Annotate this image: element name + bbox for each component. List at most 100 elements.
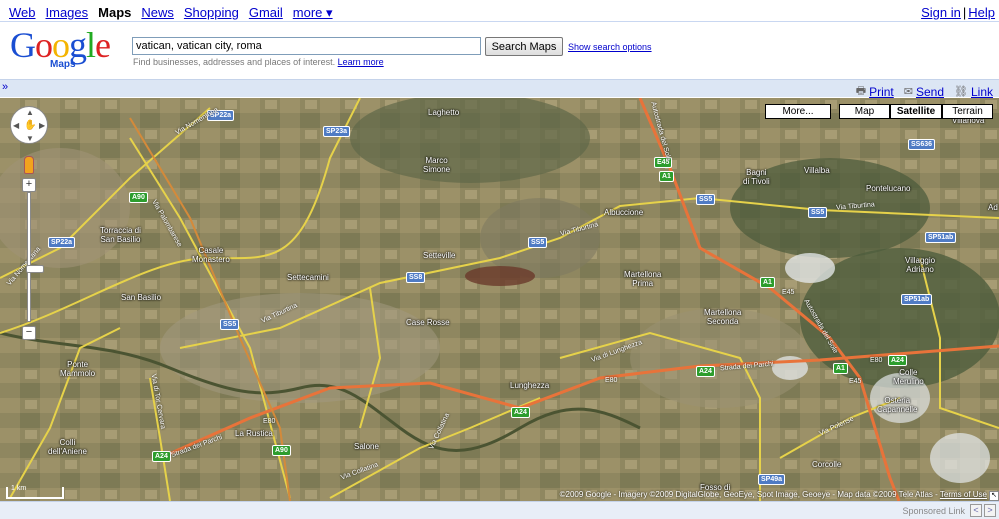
road-shield: SP49a	[758, 474, 786, 485]
send-link[interactable]: Send	[916, 85, 944, 99]
collapse-panel-button[interactable]: »	[2, 81, 12, 95]
top-nav: Web Images Maps News Shopping Gmail more…	[9, 5, 343, 21]
pan-right-icon[interactable]: ▶	[39, 121, 45, 130]
zoom-control: + −	[22, 170, 44, 340]
road-shield: A90	[129, 192, 148, 203]
road-shield: SS8	[406, 272, 426, 283]
place-label: Settecamini	[287, 273, 329, 282]
scale-bar: 1 km	[6, 485, 64, 499]
road-shield: E45	[849, 378, 862, 385]
road-shield: E45	[782, 289, 795, 296]
nav-gmail[interactable]: Gmail	[249, 5, 283, 21]
place-label: Marco Simone	[423, 156, 451, 174]
search-maps-button[interactable]: Search Maps	[485, 37, 563, 56]
place-label: San Basilio	[121, 293, 162, 302]
road-shield: SP22a	[48, 237, 76, 248]
place-label: Pontelucano	[866, 184, 911, 193]
road-shield: SP51ab	[901, 294, 933, 305]
place-label: Colle Merulino	[893, 368, 924, 386]
road-shield: A1	[760, 277, 775, 288]
road-shield: E80	[605, 377, 618, 384]
google-maps-logo[interactable]: Google Maps	[10, 27, 125, 71]
road-shield: SP51ab	[925, 232, 957, 243]
overview-map-toggle-icon[interactable]: ↖	[989, 491, 999, 501]
road-shield: E80	[263, 418, 276, 425]
search-hint: Find businesses, addresses and places of…	[133, 57, 384, 67]
show-search-options-link[interactable]: Show search options	[568, 42, 652, 52]
place-label: Osteria Capannelle	[877, 396, 918, 414]
map-type-satellite-button[interactable]: Satellite	[890, 104, 942, 119]
nav-shopping[interactable]: Shopping	[184, 5, 239, 21]
road-shield: SS636	[908, 139, 936, 150]
road-shield: A24	[888, 355, 907, 366]
place-label: Salone	[354, 442, 379, 451]
place-label: Case Rosse	[406, 318, 450, 327]
place-label: Torraccia di San Basilio	[100, 226, 141, 244]
road-shield: A1	[659, 171, 674, 182]
more-layers-button[interactable]: More...	[765, 104, 831, 119]
road-shield: A1	[833, 363, 848, 374]
help-link[interactable]: Help	[968, 5, 995, 20]
road-shield: A24	[511, 407, 530, 418]
map-type-map-button[interactable]: Map	[839, 104, 890, 119]
place-label: Colli dell'Aniene	[48, 438, 87, 456]
place-label: Bagni di Tivoli	[743, 168, 770, 186]
place-label: Albuccione	[604, 208, 644, 217]
map-type-controls: More... Map Satellite Terrain	[765, 104, 993, 119]
pan-left-icon[interactable]: ◀	[13, 121, 19, 130]
place-label: Corcolle	[812, 460, 842, 469]
place-label: Laghetto	[428, 108, 460, 117]
hand-icon: ✋	[24, 120, 37, 131]
road-shield: SS5	[220, 319, 240, 330]
road-shield: SS5	[528, 237, 548, 248]
place-label: Villalba	[804, 166, 830, 175]
place-label: Ad	[988, 203, 998, 212]
sponsored-bar: Sponsored Link < >	[0, 501, 999, 519]
sign-in-link[interactable]: Sign in	[921, 5, 961, 20]
nav-separator: |	[962, 5, 967, 20]
map-type-terrain-button[interactable]: Terrain	[942, 104, 993, 119]
map-toolbar: » 🖶 Print ✉ Send ⛓ Link	[0, 79, 999, 99]
place-label: Ponte Mammolo	[60, 360, 96, 378]
envelope-icon: ✉	[903, 86, 913, 98]
nav-web[interactable]: Web	[9, 5, 36, 21]
scale-label: 1 km	[11, 485, 27, 492]
nav-maps[interactable]: Maps	[98, 5, 131, 21]
logo-maps-label: Maps	[50, 59, 76, 70]
road-shield: SP23a	[323, 126, 351, 137]
place-label: Casale Monastero	[192, 246, 230, 264]
prev-ad-button[interactable]: <	[970, 504, 982, 517]
chain-link-icon: ⛓	[954, 86, 968, 98]
search-hint-text: Find businesses, addresses and places of…	[133, 57, 336, 67]
copyright-text: ©2009 Google - Imagery ©2009 DigitalGlob…	[559, 490, 940, 499]
road-shield: A90	[272, 445, 291, 456]
nav-more[interactable]: more ▾	[293, 5, 333, 21]
search-input[interactable]	[132, 37, 481, 55]
place-label: Villaggio Adriano	[905, 256, 936, 274]
place-label: Martellona Prima	[624, 270, 662, 288]
pan-control[interactable]: ▲ ▼ ◀ ▶ ✋	[10, 106, 48, 144]
pan-down-icon[interactable]: ▼	[26, 134, 34, 143]
place-label: Martellona Seconda	[704, 308, 742, 326]
place-label: Lunghezza	[510, 381, 550, 390]
nav-images[interactable]: Images	[46, 5, 89, 21]
road-shield: A24	[152, 451, 171, 462]
learn-more-link[interactable]: Learn more	[338, 57, 384, 67]
zoom-slider-thumb[interactable]	[26, 265, 44, 273]
pan-up-icon[interactable]: ▲	[26, 108, 34, 117]
terms-of-use-link[interactable]: Terms of Use	[940, 490, 987, 499]
road-shield: SS5	[696, 194, 716, 205]
sponsored-link-label: Sponsored Link	[902, 506, 965, 516]
satellite-map[interactable]: Laghetto Marco Simone Bagni di Tivoli Vi…	[0, 98, 999, 501]
nav-news[interactable]: News	[141, 5, 174, 21]
print-link[interactable]: Print	[869, 85, 894, 99]
zoom-in-button[interactable]: +	[22, 178, 36, 192]
road-shield: SS5	[808, 207, 828, 218]
link-link[interactable]: Link	[971, 85, 993, 99]
zoom-slider-track[interactable]	[26, 192, 44, 322]
next-ad-button[interactable]: >	[984, 504, 996, 517]
google-bar: Web Images Maps News Shopping Gmail more…	[0, 0, 999, 22]
place-label: La Rustica	[235, 429, 273, 438]
zoom-out-button[interactable]: −	[22, 326, 36, 340]
map-copyright: ©2009 Google - Imagery ©2009 DigitalGlob…	[560, 490, 987, 499]
